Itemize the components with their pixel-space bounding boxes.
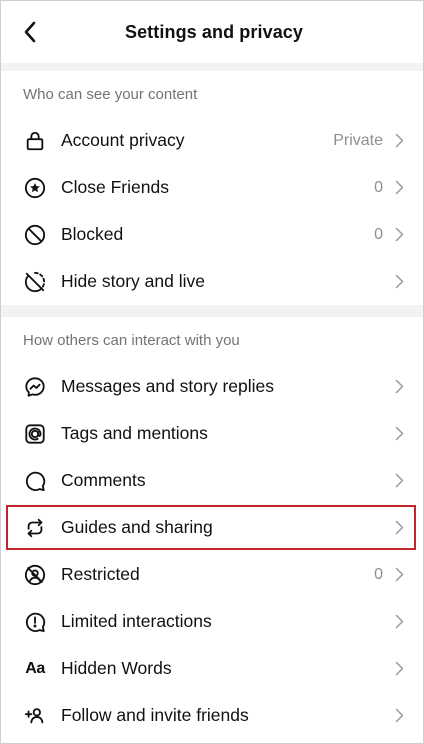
follow-invite-row[interactable]: Follow and invite friends	[1, 692, 423, 739]
section-heading-visibility: Who can see your content	[23, 85, 198, 103]
star-circle-icon	[23, 176, 47, 200]
account-privacy-label: Account privacy	[61, 130, 185, 150]
messenger-icon	[23, 375, 47, 399]
chevron-right-icon	[393, 227, 405, 243]
hidden-words-row[interactable]: Aa Hidden Words	[1, 645, 423, 692]
account-privacy-row[interactable]: Account privacy Private	[1, 117, 423, 164]
limited-interactions-row[interactable]: Limited interactions	[1, 598, 423, 645]
chevron-right-icon	[393, 567, 405, 583]
limited-interactions-label: Limited interactions	[61, 611, 212, 631]
tags-mentions-label: Tags and mentions	[61, 423, 208, 443]
guides-sharing-row[interactable]: Guides and sharing	[5, 504, 417, 551]
blocked-label: Blocked	[61, 224, 124, 244]
share-arrows-icon	[23, 516, 47, 540]
comments-label: Comments	[61, 470, 146, 490]
hidden-words-label: Hidden Words	[61, 658, 172, 678]
blocked-icon	[23, 223, 47, 247]
add-person-icon	[23, 704, 47, 728]
close-friends-label: Close Friends	[61, 177, 169, 197]
blocked-count: 0	[374, 225, 383, 243]
at-sign-icon	[23, 422, 47, 446]
restricted-count: 0	[374, 565, 383, 583]
chevron-right-icon	[393, 661, 405, 677]
follow-invite-label: Follow and invite friends	[61, 705, 249, 725]
hide-story-label: Hide story and live	[61, 271, 205, 291]
chevron-right-icon	[393, 274, 405, 290]
lock-icon	[23, 129, 47, 153]
hide-story-icon	[23, 270, 47, 294]
chevron-right-icon	[393, 473, 405, 489]
top-divider	[1, 63, 423, 71]
comments-row[interactable]: Comments	[1, 457, 423, 504]
chevron-right-icon	[393, 426, 405, 442]
chevron-right-icon	[393, 133, 405, 149]
blocked-row[interactable]: Blocked 0	[1, 211, 423, 258]
hidden-words-icon: Aa	[23, 657, 47, 681]
restricted-icon	[23, 563, 47, 587]
chevron-right-icon	[393, 708, 405, 724]
section-heading-interactions: How others can interact with you	[23, 331, 240, 349]
account-privacy-value: Private	[333, 131, 383, 149]
comment-icon	[23, 469, 47, 493]
chevron-right-icon	[393, 180, 405, 196]
messages-label: Messages and story replies	[61, 376, 275, 396]
close-friends-row[interactable]: Close Friends 0	[1, 164, 423, 211]
close-friends-count: 0	[374, 178, 383, 196]
messages-row[interactable]: Messages and story replies	[1, 363, 423, 410]
chevron-right-icon	[393, 614, 405, 630]
restricted-label: Restricted	[61, 564, 140, 584]
chevron-right-icon	[393, 520, 405, 536]
hidden-words-icon-text: Aa	[25, 659, 45, 677]
restricted-row[interactable]: Restricted 0	[1, 551, 423, 598]
top-bar: Settings and privacy	[1, 1, 423, 63]
chevron-left-icon	[24, 21, 36, 43]
limited-icon	[23, 610, 47, 634]
hide-story-row[interactable]: Hide story and live	[1, 258, 423, 305]
page-title: Settings and privacy	[124, 21, 304, 42]
chevron-right-icon	[393, 379, 405, 395]
tags-mentions-row[interactable]: Tags and mentions	[1, 410, 423, 457]
back-button[interactable]	[15, 15, 45, 49]
guides-sharing-label: Guides and sharing	[61, 517, 213, 537]
section-divider	[1, 305, 423, 317]
settings-screen: Settings and privacy Who can see your co…	[0, 0, 424, 744]
